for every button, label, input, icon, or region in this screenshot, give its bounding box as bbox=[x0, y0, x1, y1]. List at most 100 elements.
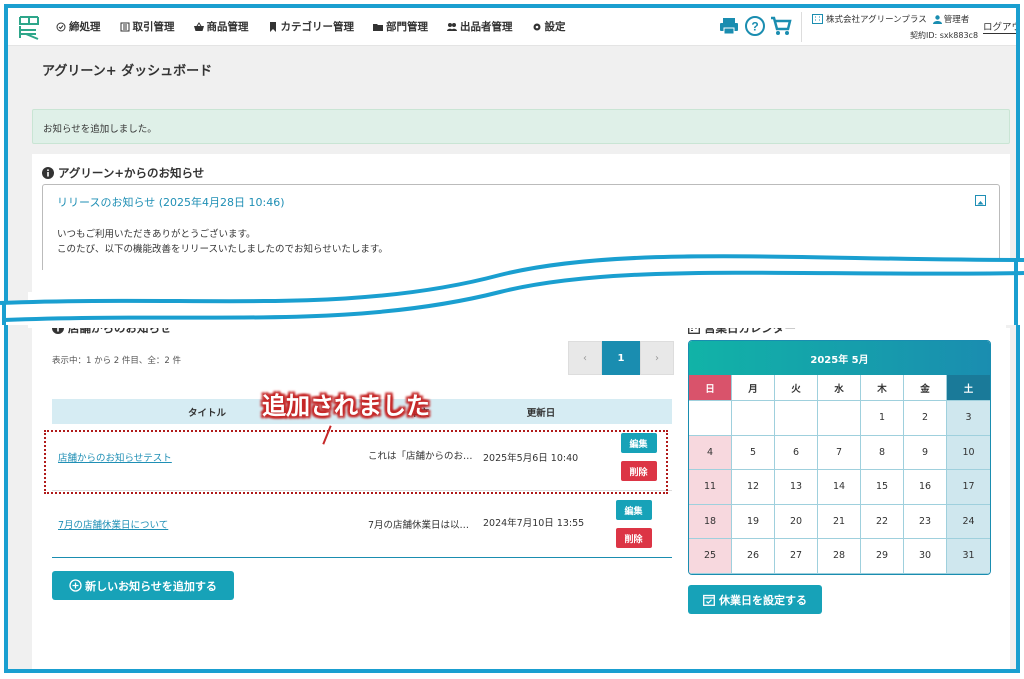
svg-text:?: ? bbox=[751, 20, 758, 34]
calendar-day[interactable]: 31 bbox=[947, 539, 990, 574]
calendar-day[interactable]: 21 bbox=[818, 504, 861, 539]
weekday-header: 日 bbox=[689, 375, 732, 401]
building-icon bbox=[812, 14, 823, 24]
calendar-day[interactable]: 24 bbox=[947, 504, 990, 539]
calendar-day[interactable]: 23 bbox=[904, 504, 947, 539]
nav-item-transactions[interactable]: 取引管理 bbox=[120, 19, 175, 34]
printer-icon[interactable] bbox=[718, 15, 740, 37]
agreen-news-title: アグリーン+からのお知らせ bbox=[42, 165, 204, 181]
nav-menu: 締処理 取引管理 商品管理 カテゴリー管理 部門管理 出品者管理 設定 bbox=[56, 19, 585, 34]
nav-tools: ? bbox=[718, 15, 796, 37]
info-icon bbox=[42, 167, 54, 179]
nav-item-products[interactable]: 商品管理 bbox=[193, 19, 249, 34]
users-icon bbox=[447, 22, 457, 31]
calendar-week: 18 19 20 21 22 23 24 bbox=[689, 504, 990, 539]
help-icon[interactable]: ? bbox=[744, 15, 766, 37]
calendar-day[interactable]: 25 bbox=[689, 539, 732, 574]
calendar-month: 2025年 5月 bbox=[689, 341, 990, 375]
news-date: 2024年7月10日 13:55 bbox=[483, 518, 585, 529]
page-title: アグリーン+ ダッシュボード bbox=[42, 64, 213, 79]
delete-button[interactable]: 削除 bbox=[615, 528, 652, 548]
caret-up-icon bbox=[977, 201, 984, 205]
user-icon bbox=[932, 14, 942, 24]
nav-item-departments[interactable]: 部門管理 bbox=[373, 19, 428, 34]
weekday-header: 木 bbox=[861, 375, 904, 401]
torn-edge-divider bbox=[0, 254, 1024, 325]
calendar-day[interactable]: 17 bbox=[947, 470, 990, 505]
col-actions bbox=[605, 399, 672, 424]
calendar-day[interactable]: 26 bbox=[732, 539, 775, 574]
calendar-day[interactable]: 19 bbox=[732, 504, 775, 539]
plus-circle-icon bbox=[69, 579, 82, 592]
calendar-day[interactable]: 28 bbox=[818, 539, 861, 574]
release-title[interactable]: リリースのお知らせ (2025年4月28日 10:46) bbox=[57, 194, 285, 210]
calendar-day[interactable]: 27 bbox=[775, 539, 818, 574]
calendar-day[interactable]: 14 bbox=[818, 470, 861, 505]
calendar-day[interactable]: 18 bbox=[689, 504, 732, 539]
bookmark-icon bbox=[269, 21, 276, 32]
calendar-week: 11 12 13 14 15 16 17 bbox=[689, 470, 990, 505]
news-body-preview: 7月の店舗休業日は以… bbox=[368, 520, 470, 531]
success-alert: お知らせを追加しました。 bbox=[32, 109, 1010, 144]
calendar-check-icon bbox=[703, 594, 715, 606]
calendar-day[interactable]: 16 bbox=[904, 470, 947, 505]
calendar-day[interactable]: 9 bbox=[904, 435, 947, 470]
weekday-header: 土 bbox=[947, 375, 990, 401]
calendar-weekdays: 日月火水木金土 bbox=[689, 375, 990, 401]
navbar: 締処理 取引管理 商品管理 カテゴリー管理 部門管理 出品者管理 設定 ? 株式… bbox=[8, 8, 1016, 46]
weekday-header: 火 bbox=[775, 375, 818, 401]
calendar-day[interactable]: 3 bbox=[947, 401, 990, 436]
company-info: 株式会社アグリーンプラス 管理者 bbox=[812, 13, 969, 25]
weekday-header: 金 bbox=[904, 375, 947, 401]
nav-item-sellers[interactable]: 出品者管理 bbox=[447, 19, 513, 34]
calendar-day[interactable]: 1 bbox=[861, 401, 904, 436]
calendar-day[interactable]: 13 bbox=[775, 470, 818, 505]
calendar-day[interactable]: 30 bbox=[904, 539, 947, 574]
calendar-day[interactable]: 5 bbox=[732, 435, 775, 470]
next-page-button[interactable]: › bbox=[640, 341, 674, 375]
col-date: 更新日 bbox=[526, 407, 556, 419]
weekday-header: 水 bbox=[818, 375, 861, 401]
weekday-header: 月 bbox=[732, 375, 775, 401]
calendar-day[interactable]: 11 bbox=[689, 470, 732, 505]
business-calendar: 2025年 5月 日月火水木金土 1 2 3 4 5 6 7 8 9 10 11 12 13 14 15 16… bbox=[688, 340, 991, 575]
app-logo-icon[interactable] bbox=[16, 14, 42, 40]
prev-page-button[interactable]: ‹ bbox=[568, 341, 602, 375]
calendar-day[interactable]: 7 bbox=[818, 435, 861, 470]
page-1-button[interactable]: 1 bbox=[602, 341, 640, 375]
news-title-link[interactable]: 7月の店舗休業日について bbox=[58, 520, 168, 531]
cart-icon[interactable] bbox=[770, 15, 792, 37]
calendar-day[interactable]: 8 bbox=[861, 435, 904, 470]
calendar-day[interactable]: 4 bbox=[689, 435, 732, 470]
nav-item-closing[interactable]: 締処理 bbox=[56, 19, 101, 34]
collapse-button[interactable] bbox=[975, 195, 986, 206]
set-holidays-button[interactable]: 休業日を設定する bbox=[688, 585, 822, 614]
calendar-day[interactable]: 22 bbox=[861, 504, 904, 539]
table-row: 7月の店舗休業日について 7月の店舗休業日は以… 2024年7月10日 13:5… bbox=[52, 491, 672, 558]
added-annotation: 追加されました bbox=[262, 392, 430, 420]
calendar-day bbox=[775, 401, 818, 436]
ledger-icon bbox=[120, 22, 129, 31]
nav-item-settings[interactable]: 設定 bbox=[532, 19, 566, 34]
logout-link[interactable]: ログアウト bbox=[983, 19, 1016, 34]
calendar-day[interactable]: 20 bbox=[775, 504, 818, 539]
nav-divider bbox=[801, 12, 802, 42]
pagination: ‹ 1 › bbox=[568, 341, 674, 375]
calendar-day[interactable]: 29 bbox=[861, 539, 904, 574]
calendar-day[interactable]: 10 bbox=[947, 435, 990, 470]
edit-button[interactable]: 編集 bbox=[615, 500, 652, 520]
nav-item-categories[interactable]: カテゴリー管理 bbox=[268, 19, 354, 34]
gear-icon bbox=[533, 23, 540, 30]
check-circle-icon bbox=[56, 22, 66, 31]
calendar-day[interactable]: 6 bbox=[775, 435, 818, 470]
calendar-day bbox=[732, 401, 775, 436]
calendar-day bbox=[818, 401, 861, 436]
basket-icon bbox=[193, 21, 204, 31]
calendar-day[interactable]: 2 bbox=[904, 401, 947, 436]
new-row-highlight bbox=[44, 430, 668, 494]
pager-info: 表示中：1 から 2 件目、全：2 件 bbox=[52, 356, 182, 366]
calendar-day[interactable]: 15 bbox=[861, 470, 904, 505]
add-news-button[interactable]: 新しいお知らせを追加する bbox=[52, 571, 234, 600]
calendar-week: 4 5 6 7 8 9 10 bbox=[689, 435, 990, 470]
calendar-day[interactable]: 12 bbox=[732, 470, 775, 505]
